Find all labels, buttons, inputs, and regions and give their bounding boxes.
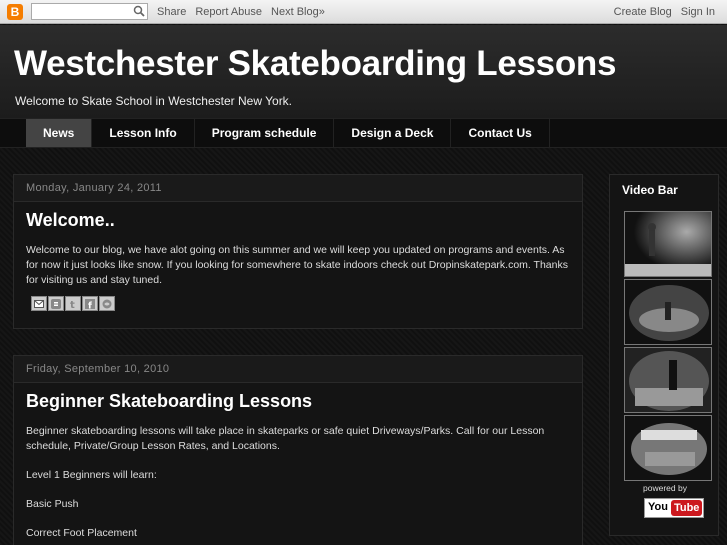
search-wrap [31, 3, 148, 20]
video-bar-widget: Video Bar powered by You Tube [609, 174, 719, 536]
twitter-icon[interactable]: t [65, 296, 81, 311]
blogthis-icon[interactable] [48, 296, 64, 311]
create-blog-link[interactable]: Create Blog [614, 6, 672, 18]
report-abuse-link[interactable]: Report Abuse [195, 6, 262, 18]
facebook-icon[interactable]: f [82, 296, 98, 311]
powered-by-label: powered by [643, 483, 687, 493]
navbar-right: Create Blog Sign In [614, 6, 715, 18]
youtube-you-text: You [648, 501, 668, 513]
blog-title[interactable]: Westchester Skateboarding Lessons [14, 44, 616, 84]
sidebar-title: Video Bar [622, 183, 678, 197]
blogger-logo-icon[interactable]: B [7, 3, 23, 20]
search-icon[interactable] [133, 5, 145, 17]
post-body: Beginner skateboarding lessons will take… [14, 412, 582, 541]
blog-header: Westchester Skateboarding Lessons Welcom… [0, 25, 727, 118]
post-body: Welcome to our blog, we have alot going … [14, 231, 582, 288]
next-blog-link[interactable]: Next Blog» [271, 6, 325, 18]
post-paragraph: Welcome to our blog, we have alot going … [26, 244, 568, 286]
share-link[interactable]: Share [157, 6, 186, 18]
post: Friday, September 10, 2010 Beginner Skat… [13, 355, 583, 545]
sign-in-link[interactable]: Sign In [681, 6, 715, 18]
video-thumbnail[interactable] [624, 211, 712, 277]
blog-description: Welcome to Skate School in Westchester N… [15, 94, 293, 108]
post-title[interactable]: Welcome.. [14, 202, 582, 231]
youtube-tube-text: Tube [670, 500, 703, 516]
video-thumbnail[interactable] [624, 347, 712, 413]
tab-program-schedule[interactable]: Program schedule [195, 119, 335, 147]
buzz-icon[interactable] [99, 296, 115, 311]
video-thumbnail[interactable] [624, 415, 712, 481]
post-date: Friday, September 10, 2010 [14, 356, 582, 383]
youtube-logo-icon[interactable]: You Tube [644, 498, 705, 518]
blogger-navbar: B Share Report Abuse Next Blog» Create B… [0, 0, 727, 24]
tab-contact-us[interactable]: Contact Us [451, 119, 550, 147]
email-icon[interactable] [31, 296, 47, 311]
post-title[interactable]: Beginner Skateboarding Lessons [14, 383, 582, 412]
post-paragraph: Basic Push [26, 498, 79, 510]
svg-text:t: t [70, 300, 75, 309]
svg-text:f: f [88, 301, 92, 309]
post-date: Monday, January 24, 2011 [14, 175, 582, 202]
tab-design-a-deck[interactable]: Design a Deck [334, 119, 452, 147]
page-tabs: News Lesson Info Program schedule Design… [0, 118, 727, 148]
post: Monday, January 24, 2011 Welcome.. Welco… [13, 174, 583, 329]
tab-lesson-info[interactable]: Lesson Info [92, 119, 195, 147]
tab-news[interactable]: News [26, 119, 93, 147]
video-thumbnail[interactable] [624, 279, 712, 345]
share-buttons: t f [14, 288, 582, 311]
post-paragraph: Correct Foot Placement [26, 527, 137, 539]
post-paragraph: Beginner skateboarding lessons will take… [26, 425, 545, 452]
search-input[interactable] [31, 3, 148, 20]
post-paragraph: Level 1 Beginners will learn: [26, 469, 157, 481]
